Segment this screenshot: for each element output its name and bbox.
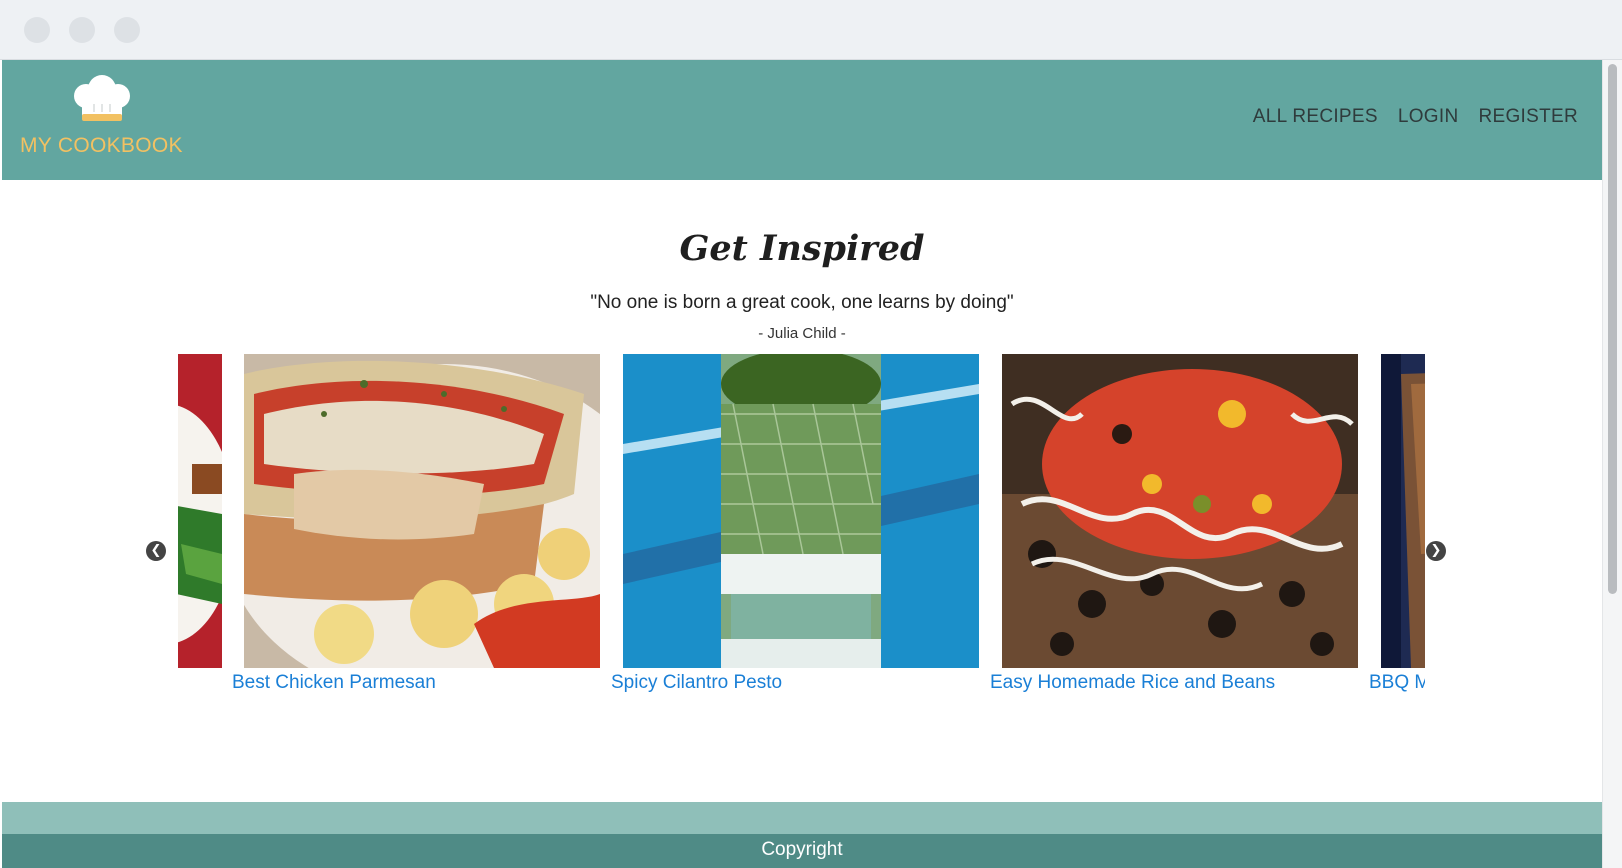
quote-author: - Julia Child - — [758, 325, 846, 342]
recipe-link[interactable]: Easy Homemade Rice and Beans — [990, 672, 1275, 694]
recipe-link[interactable]: Best Chicken Parmesan — [232, 672, 436, 694]
nav-register[interactable]: REGISTER — [1478, 106, 1578, 128]
chef-hat-icon — [74, 75, 130, 121]
hero-quote: "No one is born a great cook, one learns… — [590, 292, 1014, 313]
recipe-image[interactable] — [623, 354, 979, 668]
recipe-image[interactable] — [244, 354, 600, 668]
carousel-slide[interactable]: Best Chicken Parmesan — [232, 354, 600, 714]
recipe-image[interactable] — [1002, 354, 1358, 668]
window-maximize-button[interactable] — [114, 17, 140, 43]
footer: Copyright — [2, 834, 1602, 868]
nav-login[interactable]: LOGIN — [1398, 106, 1459, 128]
carousel-next-button[interactable]: ❯ — [1426, 541, 1446, 561]
vertical-scrollbar[interactable] — [1602, 60, 1622, 868]
page-title: Get Inspired — [679, 228, 925, 269]
chevron-right-icon: ❯ — [1430, 543, 1442, 558]
carousel-prev-button[interactable]: ❮ — [146, 541, 166, 561]
footer-copyright: Copyright — [761, 839, 843, 860]
page-viewport: MY COOKBOOK ALL RECIPES LOGIN REGISTER G… — [2, 60, 1602, 868]
site-header: MY COOKBOOK ALL RECIPES LOGIN REGISTER — [2, 60, 1602, 180]
window-minimize-button[interactable] — [69, 17, 95, 43]
brand-logo-link[interactable]: MY COOKBOOK — [20, 74, 190, 166]
recipe-carousel: Best Chicken Parmesan Spicy Cilantro Pes… — [178, 354, 1425, 714]
browser-title-bar — [0, 0, 1622, 60]
recipe-image[interactable] — [178, 354, 222, 668]
recipe-link[interactable]: BBQ M — [1369, 672, 1425, 694]
main-nav: ALL RECIPES LOGIN REGISTER — [1253, 106, 1578, 128]
nav-all-recipes[interactable]: ALL RECIPES — [1253, 106, 1378, 128]
recipe-image[interactable] — [1381, 354, 1425, 668]
brand-name: MY COOKBOOK — [20, 134, 183, 157]
recipe-link[interactable]: Spicy Cilantro Pesto — [611, 672, 782, 694]
footer-band — [2, 802, 1602, 834]
carousel-slide-partial-left[interactable] — [178, 354, 222, 714]
carousel-slide[interactable]: Spicy Cilantro Pesto — [611, 354, 979, 714]
window-close-button[interactable] — [24, 17, 50, 43]
chevron-left-icon: ❮ — [150, 543, 162, 558]
scrollbar-thumb[interactable] — [1608, 64, 1617, 594]
carousel-slide[interactable]: Easy Homemade Rice and Beans — [990, 354, 1358, 714]
carousel-slide[interactable]: BBQ M — [1369, 354, 1425, 714]
